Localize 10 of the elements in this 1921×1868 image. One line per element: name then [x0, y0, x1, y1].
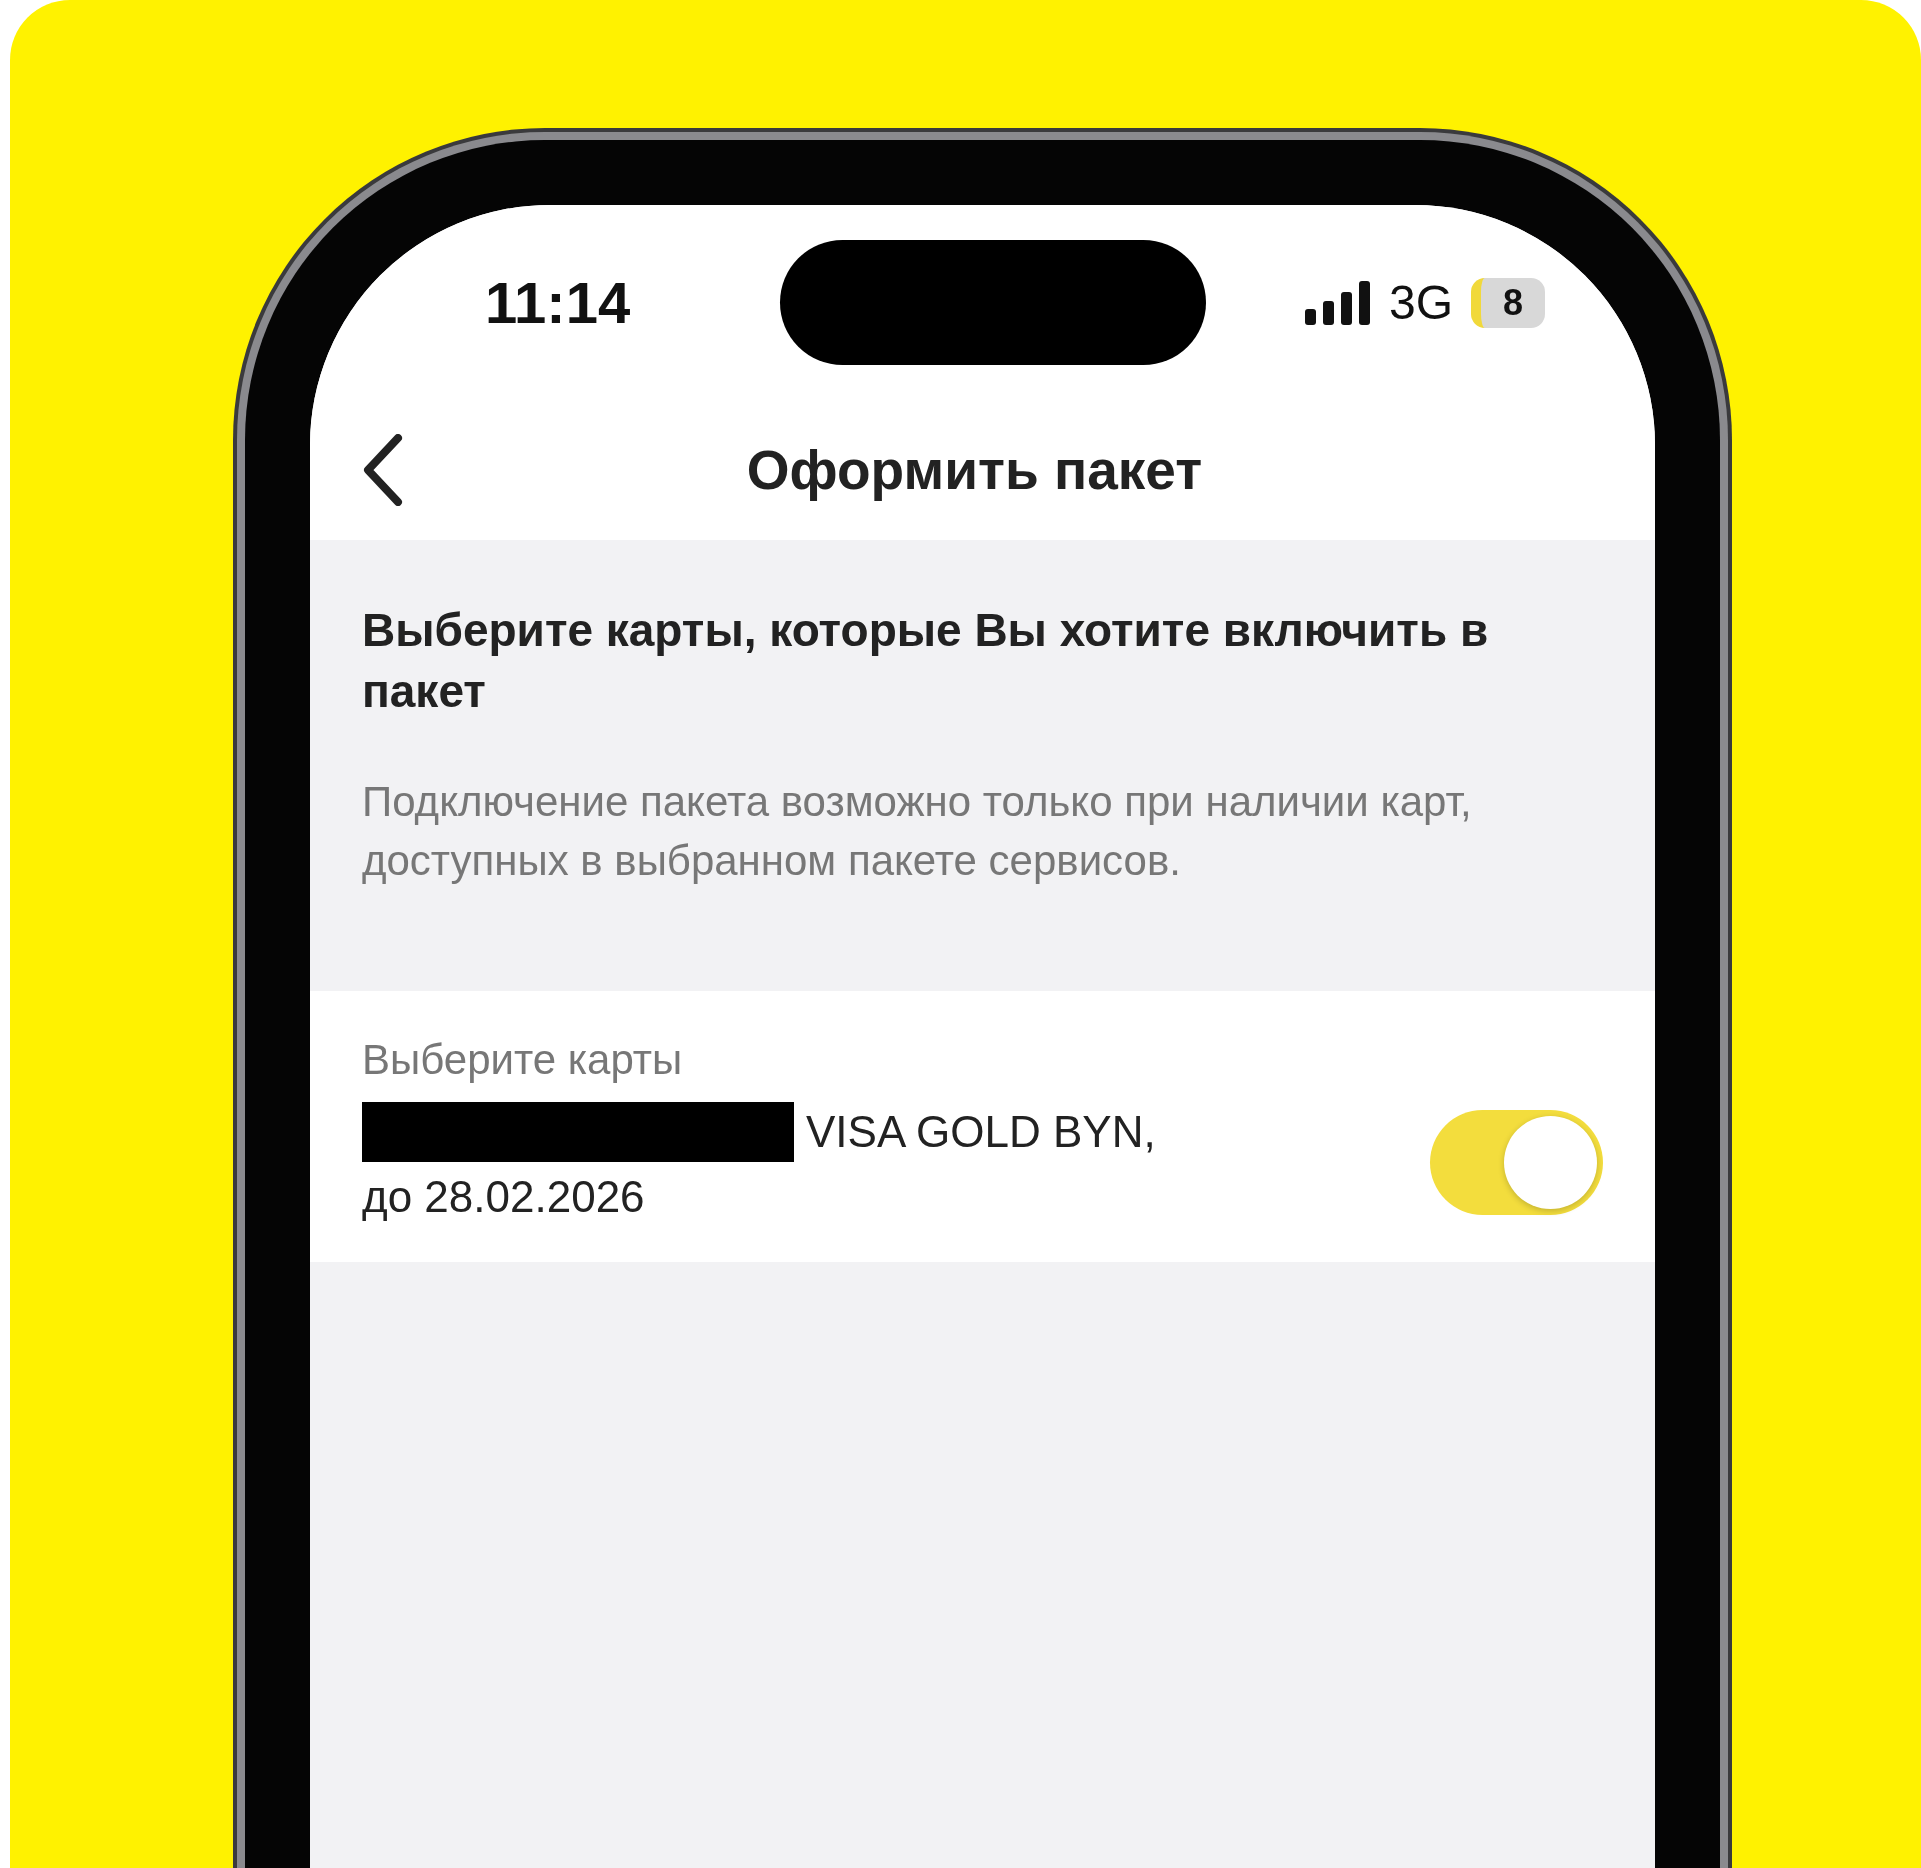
status-time: 11:14 [485, 269, 631, 336]
signal-icon [1304, 280, 1371, 325]
card-expiry: до 28.02.2026 [362, 1172, 646, 1223]
network-type: 3G [1388, 275, 1453, 330]
battery-level: 8 [1470, 277, 1545, 328]
screen-title: Оформить пакет [746, 438, 1204, 502]
section-label: Выберите карты [362, 1036, 684, 1085]
instruction-heading: Выберите карты, которые Вы хотите включить в пакет [362, 603, 1490, 719]
card-name: VISA GOLD BYN, [806, 1107, 1156, 1158]
instruction-note: Подключение пакета возможно только при наличии карт, доступных в выбранном пакете сервисов. [362, 777, 1473, 887]
